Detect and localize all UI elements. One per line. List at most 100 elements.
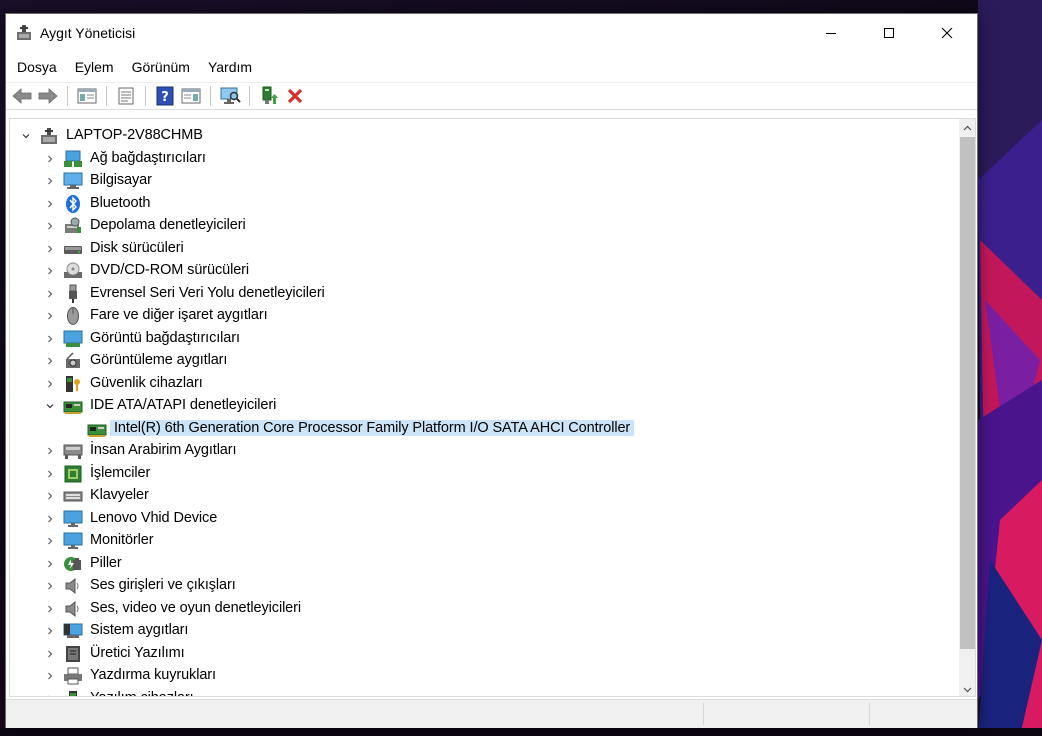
tree-item-label: Bluetooth [90, 194, 151, 211]
menu-dosya[interactable]: Dosya [10, 57, 64, 77]
chevron-right-icon[interactable] [44, 265, 56, 277]
close-button[interactable] [924, 14, 970, 52]
tree-item-label: Görüntü bağdaştırıcıları [90, 329, 240, 346]
minimize-button[interactable] [808, 14, 854, 52]
tree-category-item[interactable]: Ses girişleri ve çıkışları [10, 575, 950, 597]
chevron-right-icon[interactable] [44, 558, 56, 570]
tree-category-item[interactable]: Güvenlik cihazları [10, 373, 950, 395]
title-bar[interactable]: Aygıt Yöneticisi [6, 14, 977, 54]
chevron-right-icon[interactable] [44, 648, 56, 660]
chevron-right-icon[interactable] [44, 153, 56, 165]
status-segment [703, 703, 704, 725]
ide-controller-icon [87, 424, 107, 437]
tree-category-item[interactable]: Lenovo Vhid Device [10, 508, 950, 530]
tree-category-item[interactable]: Sistem aygıtları [10, 620, 950, 642]
tree-item-label: Bilgisayar [90, 172, 152, 188]
menu-eylem[interactable]: Eylem [68, 57, 121, 77]
back-icon [11, 88, 31, 104]
software-device-icon [69, 690, 77, 696]
chevron-right-icon[interactable] [44, 243, 56, 255]
chevron-right-icon[interactable] [44, 468, 56, 480]
mouse-icon [67, 307, 79, 325]
chevron-right-icon[interactable] [44, 310, 56, 322]
tree-category-item[interactable]: Klavyeler [10, 485, 950, 507]
scroll-up-button[interactable] [959, 119, 975, 136]
chevron-right-icon[interactable] [44, 355, 56, 367]
chevron-right-icon[interactable] [44, 378, 56, 390]
chevron-down-icon[interactable] [44, 400, 56, 412]
back-button[interactable] [9, 84, 34, 108]
printer-icon [64, 667, 82, 685]
computer-icon [63, 172, 83, 189]
chevron-right-icon[interactable] [44, 288, 56, 300]
tree-root[interactable]: LAPTOP-2V88CHMB [10, 125, 950, 147]
tree-device-item[interactable]: Intel(R) 6th Generation Core Processor F… [10, 418, 950, 440]
update-driver-button[interactable] [256, 84, 281, 108]
device-manager-icon [17, 25, 31, 40]
tree-category-item[interactable]: Ağ bağdaştırıcıları [10, 148, 950, 170]
tree-category-item[interactable]: Yazdırma kuyrukları [10, 665, 950, 687]
show-hide-console-tree-button[interactable] [74, 84, 99, 108]
chevron-right-icon[interactable] [44, 693, 56, 696]
tree-category-item[interactable]: DVD/CD-ROM sürücüleri [10, 260, 950, 282]
tree-category-item[interactable]: Monitörler [10, 530, 950, 552]
tree-category-item[interactable]: Piller [10, 553, 950, 575]
chevron-down-icon[interactable] [20, 130, 32, 142]
tree-category-item[interactable]: Disk sürücüleri [10, 238, 950, 260]
tree-category-item[interactable]: İnsan Arabirim Aygıtları [10, 440, 950, 462]
tree-category-item[interactable]: Ses, video ve oyun denetleyicileri [10, 598, 950, 620]
menu-bar: Dosya Eylem Görünüm Yardım [6, 54, 977, 80]
tree-item-label: Görüntüleme aygıtları [90, 352, 228, 368]
tree-category-item[interactable]: Üretici Yazılımı [10, 643, 950, 665]
vertical-scrollbar[interactable] [959, 119, 975, 696]
chevron-right-icon[interactable] [44, 535, 56, 547]
toolbar-separator [67, 86, 68, 106]
status-bar [6, 699, 977, 728]
chevron-right-icon[interactable] [44, 670, 56, 682]
chevron-right-icon[interactable] [44, 580, 56, 592]
battery-icon [64, 556, 81, 571]
toolbar-separator [106, 86, 107, 106]
chevron-right-icon[interactable] [44, 220, 56, 232]
tree-item-label: Klavyeler [90, 487, 149, 503]
tree-category-item[interactable]: Görüntü bağdaştırıcıları [10, 328, 950, 350]
tree-category-item[interactable]: Depolama denetleyicileri [10, 215, 950, 237]
uninstall-device-icon [287, 88, 302, 104]
uninstall-device-button[interactable] [282, 84, 307, 108]
chevron-right-icon[interactable] [44, 625, 56, 637]
action-pane-icon [181, 88, 200, 104]
chevron-right-icon[interactable] [44, 175, 56, 187]
properties-button[interactable] [113, 84, 138, 108]
tree-category-item[interactable]: IDE ATA/ATAPI denetleyicileri [10, 395, 950, 417]
tree-category-item[interactable]: İşlemciler [10, 463, 950, 485]
tree-category-item[interactable]: Fare ve diğer işaret aygıtları [10, 305, 950, 327]
chevron-right-icon[interactable] [44, 198, 56, 210]
chevron-right-icon[interactable] [44, 603, 56, 615]
help-button[interactable]: ? [152, 84, 177, 108]
tree-item-label: Evrensel Seri Veri Yolu denetleyicileri [90, 284, 325, 301]
tree-category-item[interactable]: Yazılım cihazları [10, 688, 950, 696]
maximize-button[interactable] [866, 14, 912, 52]
tree-category-item[interactable]: Bluetooth [10, 193, 950, 215]
tree-item-label: Disk sürücüleri [90, 239, 184, 256]
menu-yardim[interactable]: Yardım [201, 57, 259, 77]
chevron-right-icon[interactable] [44, 513, 56, 525]
scan-hardware-button[interactable] [217, 84, 242, 108]
scroll-down-button[interactable] [959, 681, 975, 696]
forward-button[interactable] [35, 84, 60, 108]
chevron-down-icon [963, 687, 972, 692]
chevron-right-icon[interactable] [44, 333, 56, 345]
action-pane-button[interactable] [178, 84, 203, 108]
menu-gorunum[interactable]: Görünüm [125, 57, 197, 77]
maximize-icon [884, 28, 894, 38]
scrollbar-thumb[interactable] [960, 137, 975, 649]
toolbar-separator [145, 86, 146, 106]
chevron-right-icon[interactable] [44, 445, 56, 457]
tree-item-label: DVD/CD-ROM sürücüleri [90, 262, 250, 278]
close-icon [941, 27, 953, 39]
chevron-right-icon[interactable] [44, 490, 56, 502]
tree-category-item[interactable]: Evrensel Seri Veri Yolu denetleyicileri [10, 283, 950, 305]
tree-category-item[interactable]: Görüntüleme aygıtları [10, 350, 950, 372]
tree-category-item[interactable]: Bilgisayar [10, 170, 950, 192]
show-hide-console-tree-icon [77, 88, 96, 104]
